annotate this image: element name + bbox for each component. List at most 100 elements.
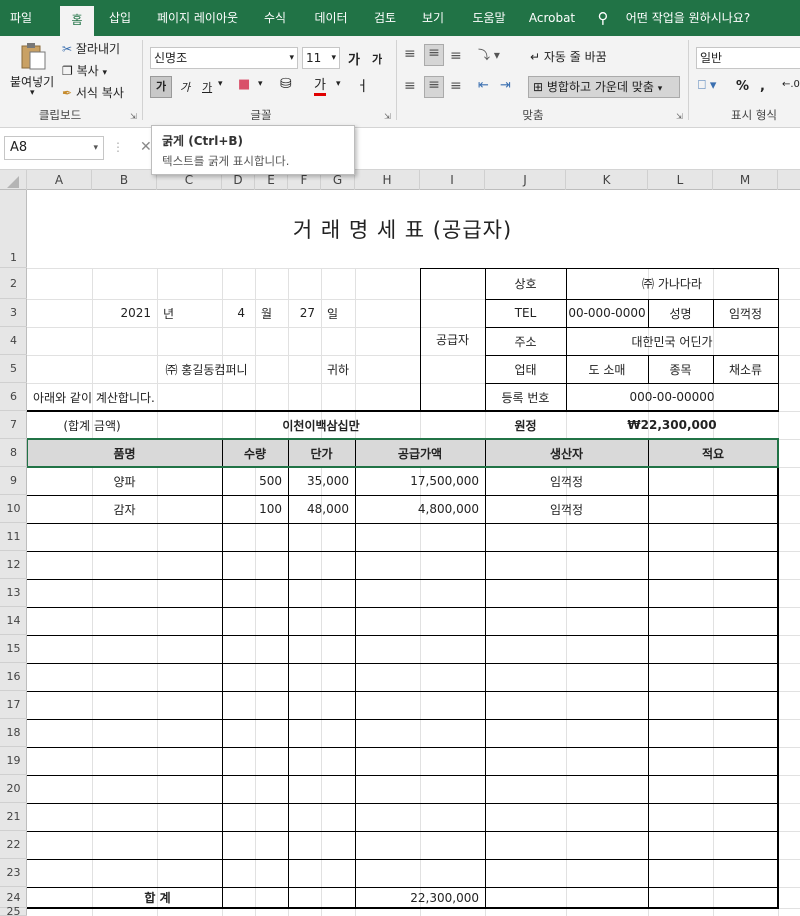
font-color-dropdown-icon[interactable]: ▾ (336, 79, 341, 89)
company-value[interactable]: ㈜ 가나다라 (566, 268, 778, 299)
align-bottom-icon[interactable]: ≡ (450, 48, 462, 64)
format-painter-button[interactable]: ✒ 서식 복사 (62, 84, 124, 101)
tab-file[interactable]: 파일 (4, 0, 38, 36)
tel-label[interactable]: TEL (485, 299, 566, 327)
sheet-title[interactable]: 거 래 명 세 표 (공급자) (27, 190, 778, 268)
column-header[interactable]: J (485, 170, 566, 190)
shrink-font-button[interactable]: 가 (372, 51, 382, 67)
column-header[interactable]: A (27, 170, 92, 190)
row-header[interactable]: 25 (0, 906, 27, 916)
address-label[interactable]: 주소 (485, 327, 566, 355)
align-middle-icon[interactable]: ≡ (424, 44, 444, 66)
row-header[interactable]: 14 (0, 607, 27, 635)
month-unit[interactable]: 월 (255, 299, 288, 327)
reg-label[interactable]: 등록 번호 (485, 383, 566, 411)
item-amount[interactable]: 17,500,000 (355, 467, 485, 495)
worksheet-grid[interactable]: 거 래 명 세 표 (공급자) 2021 년 4 월 27 일 ㈜ 홍길동컴퍼니 귀하 아래와 같… (27, 190, 800, 916)
column-header[interactable]: M (713, 170, 778, 190)
column-header[interactable]: K (566, 170, 648, 190)
align-right-icon[interactable]: ≡ (450, 78, 462, 94)
item-producer[interactable]: 임꺽정 (485, 495, 648, 523)
phonetic-icon[interactable]: ㅓ (356, 76, 369, 96)
item-qty[interactable]: 100 (222, 495, 288, 523)
tab-review[interactable]: 검토 (368, 0, 402, 36)
business-label[interactable]: 업태 (485, 355, 566, 383)
customer-name[interactable]: ㈜ 홍길동컴퍼니 (92, 355, 321, 383)
row-header[interactable]: 22 (0, 831, 27, 859)
column-header[interactable]: I (420, 170, 485, 190)
border-dropdown-icon[interactable]: ▾ (258, 79, 263, 89)
row-header[interactable]: 8 (0, 439, 27, 467)
align-left-icon[interactable]: ≡ (404, 78, 416, 94)
total-text[interactable]: 이천이백삼십만 (157, 411, 485, 439)
tell-me-search[interactable]: 어떤 작업을 원하시나요? (620, 0, 756, 36)
tab-page-layout[interactable]: 페이지 레이아웃 (150, 0, 245, 36)
wrap-text-button[interactable]: ↵ 자동 줄 바꿈 (530, 48, 607, 65)
number-format-select[interactable]: 일반 (696, 47, 800, 69)
supplier-label[interactable]: 공급자 (420, 268, 485, 411)
item-value[interactable]: 채소류 (713, 355, 778, 383)
row-header[interactable]: 2 (0, 268, 27, 299)
day-unit[interactable]: 일 (321, 299, 355, 327)
row-header[interactable]: 5 (0, 355, 27, 383)
name-label[interactable]: 성명 (648, 299, 713, 327)
row-header[interactable]: 9 (0, 467, 27, 495)
border-icon[interactable]: ■ (238, 77, 250, 92)
grow-font-button[interactable]: 가 (348, 49, 360, 68)
item-qty[interactable]: 500 (222, 467, 288, 495)
honorific[interactable]: 귀하 (321, 355, 355, 383)
name-value[interactable]: 임꺽정 (713, 299, 778, 327)
item-price[interactable]: 35,000 (288, 467, 355, 495)
business-value[interactable]: 도 소매 (566, 355, 648, 383)
total-label[interactable]: (합계 금액) (27, 411, 157, 439)
row-header[interactable]: 4 (0, 327, 27, 355)
row-header[interactable]: 19 (0, 747, 27, 775)
alignment-expander-icon[interactable]: ⇲ (676, 112, 683, 121)
row-header[interactable]: 3 (0, 299, 27, 327)
tab-home[interactable]: 홈 (60, 6, 94, 36)
clipboard-expander-icon[interactable]: ⇲ (130, 112, 137, 121)
row-header[interactable]: 15 (0, 635, 27, 663)
column-header[interactable]: H (355, 170, 420, 190)
underline-dropdown-icon[interactable]: ▾ (218, 79, 223, 89)
increase-decimal-icon[interactable]: ←.0 (782, 79, 800, 90)
month-value[interactable]: 4 (157, 299, 251, 327)
item-amount[interactable]: 4,800,000 (355, 495, 485, 523)
row-header[interactable]: 23 (0, 859, 27, 887)
day-value[interactable]: 27 (288, 299, 321, 327)
row-header[interactable]: 1 (0, 190, 27, 268)
italic-button[interactable]: 가 (180, 79, 190, 95)
underline-button[interactable]: 가 (202, 79, 212, 95)
align-top-icon[interactable]: ≡ (404, 46, 416, 62)
increase-indent-icon[interactable]: ⇥ (500, 78, 511, 93)
row-header[interactable]: 20 (0, 775, 27, 803)
column-header[interactable]: B (92, 170, 157, 190)
row-header[interactable]: 10 (0, 495, 27, 523)
align-center-icon[interactable]: ≡ (424, 76, 444, 98)
row-header[interactable]: 7 (0, 411, 27, 439)
year-value[interactable]: 2021 (92, 299, 157, 327)
won-label[interactable]: 원정 (485, 411, 566, 439)
address-value[interactable]: 대한민국 어딘가 (566, 327, 778, 355)
orientation-icon[interactable]: ⤵ ▾ (478, 46, 500, 63)
row-header[interactable]: 6 (0, 383, 27, 411)
select-all-button[interactable] (0, 170, 27, 190)
font-color-button[interactable]: 가 (314, 79, 326, 96)
company-label[interactable]: 상호 (485, 268, 566, 299)
lightbulb-icon[interactable]: ⚲ (592, 0, 614, 36)
name-box[interactable]: A8 ▾ (4, 136, 104, 160)
sum-value[interactable]: 22,300,000 (355, 887, 485, 908)
paste-icon[interactable] (18, 41, 50, 71)
font-expander-icon[interactable]: ⇲ (384, 112, 391, 121)
item-label[interactable]: 종목 (648, 355, 713, 383)
percent-button[interactable]: % (736, 79, 749, 94)
cancel-icon[interactable]: ✕ (140, 139, 152, 155)
tab-acrobat[interactable]: Acrobat (526, 0, 578, 36)
item-name[interactable]: 감자 (27, 495, 222, 523)
comma-button[interactable]: , (760, 79, 765, 94)
merge-center-button[interactable]: ⊞ 병합하고 가운데 맞춤 ▾ (528, 76, 680, 98)
row-header[interactable]: 18 (0, 719, 27, 747)
row-header[interactable]: 12 (0, 551, 27, 579)
item-name[interactable]: 양파 (27, 467, 222, 495)
font-name-select[interactable]: 신명조 ▾ (150, 47, 298, 69)
